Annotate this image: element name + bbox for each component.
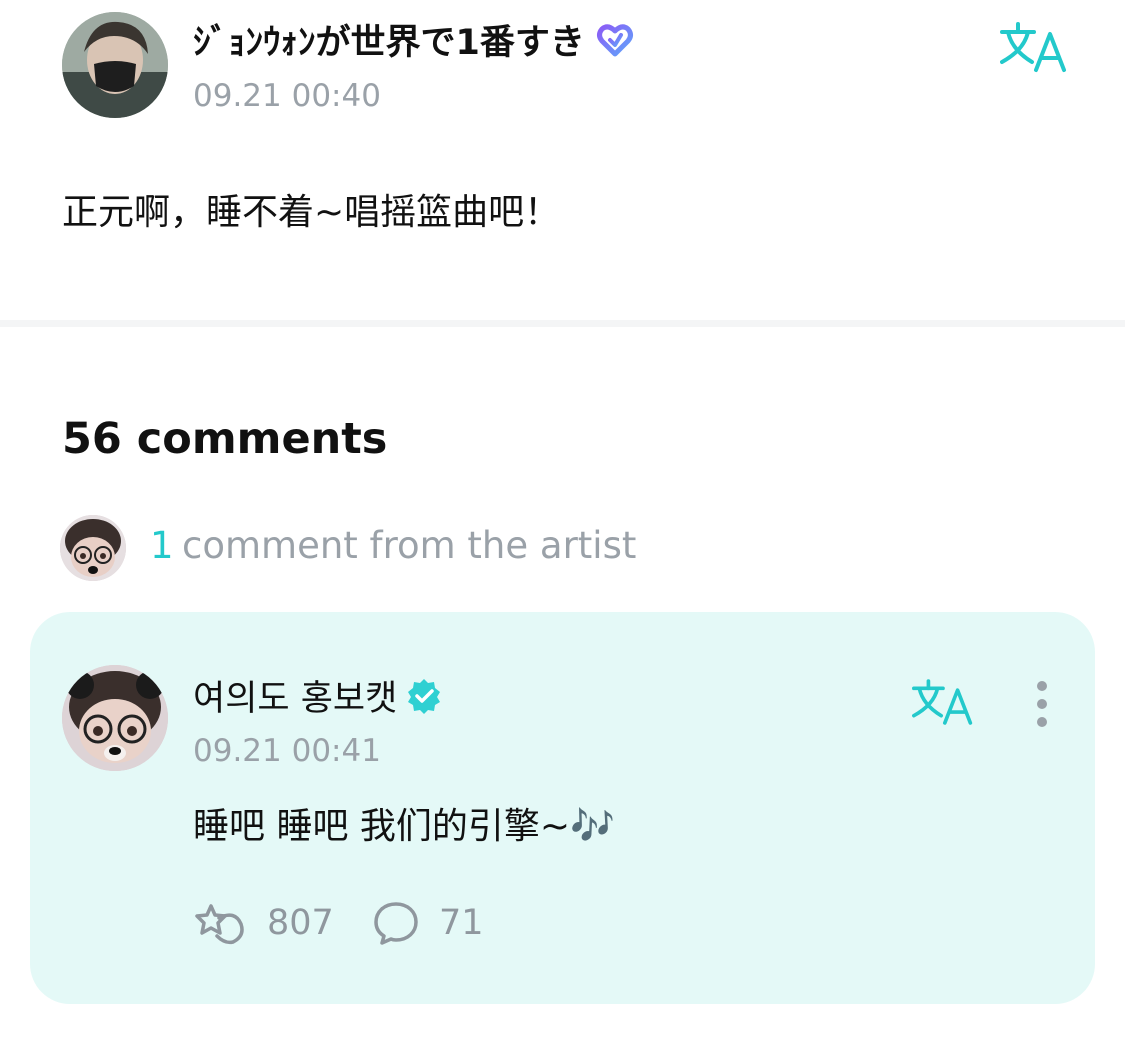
reply-bubble-icon: [374, 902, 418, 945]
purple-heart-badge-icon: [596, 23, 633, 56]
artist-name-label: 여의도 홍보캣: [193, 679, 398, 719]
post-author-avatar[interactable]: [62, 12, 168, 118]
artist-comment-label[interactable]: comment from the artist: [182, 524, 636, 567]
more-vertical-icon[interactable]: [1030, 678, 1054, 730]
post-author-label: ｼﾞｮﾝｳｫﾝが世界で1番すき: [193, 23, 585, 63]
like-button[interactable]: 807: [195, 900, 334, 946]
reply-button[interactable]: 71: [373, 900, 484, 946]
artist-comment-timestamp: 09.21 00:41: [193, 733, 381, 769]
translate-icon[interactable]: [912, 677, 974, 727]
artist-name[interactable]: 여의도 홍보캣: [193, 670, 443, 721]
artist-comment-count[interactable]: 1: [150, 524, 174, 567]
like-icon: [195, 904, 244, 945]
like-count: 807: [267, 903, 334, 943]
artist-avatar[interactable]: [62, 665, 168, 771]
comments-count-heading: 56 comments: [62, 414, 388, 464]
artist-comment-text: 睡吧 睡吧 我们的引擎~🎶: [193, 806, 615, 847]
verified-badge-icon: [408, 678, 441, 714]
post-author-name[interactable]: ｼﾞｮﾝｳｫﾝが世界で1番すき: [193, 14, 635, 65]
post-timestamp: 09.21 00:40: [193, 78, 381, 114]
post-body-text: 正元啊，睡不着~唱摇篮曲吧！: [62, 192, 561, 233]
weverse-post-screen: ｼﾞｮﾝｳｫﾝが世界で1番すき 09.21 00:40 正元啊，睡不着~唱摇篮曲…: [0, 0, 1125, 1053]
reply-count: 71: [439, 903, 484, 943]
section-divider: [0, 320, 1125, 327]
artist-summary-avatar[interactable]: [60, 515, 126, 581]
translate-icon[interactable]: [1000, 20, 1068, 74]
